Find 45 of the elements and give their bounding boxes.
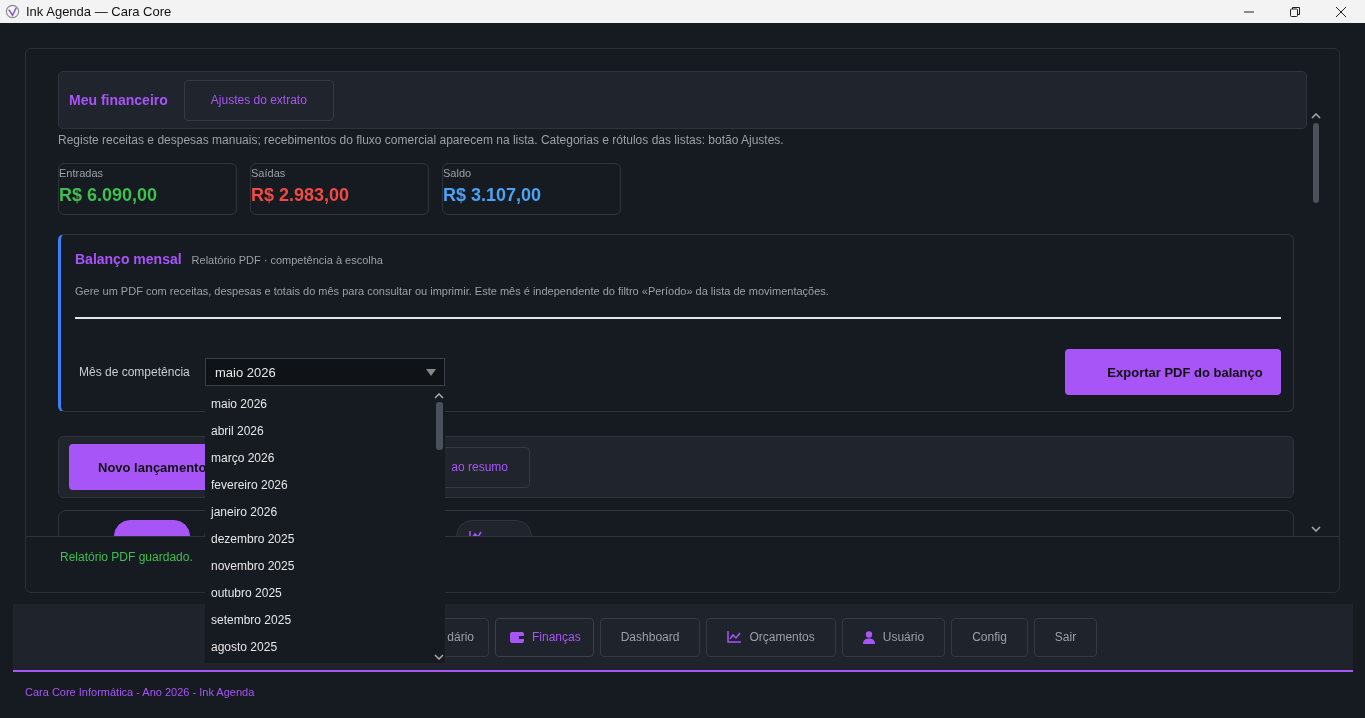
month-option[interactable]: maio 2026 xyxy=(205,391,433,418)
stat-value: R$ 3.107,00 xyxy=(443,185,543,206)
scroll-down-icon[interactable] xyxy=(434,654,444,660)
month-option[interactable]: novembro 2025 xyxy=(205,553,433,580)
scroll-up-icon[interactable] xyxy=(1311,113,1321,119)
close-icon[interactable] xyxy=(1335,5,1347,18)
nav-button[interactable]: Finanças xyxy=(495,617,594,657)
page-description: Registe receitas e despesas manuais; recebimentos do fluxo comercial aparecem na lista. Categorias e rótulos das listas: botão Ajustes. xyxy=(58,133,785,147)
month-option[interactable]: agosto 2025 xyxy=(205,634,433,661)
export-pdf-button[interactable]: Exportar PDF do balanço xyxy=(1065,349,1281,395)
nav-button[interactable]: Sair xyxy=(1033,617,1098,657)
statement-settings-button[interactable]: Ajustes do extrato xyxy=(183,79,334,121)
section-description: Gere um PDF com receitas, despesas e totais do mês para consultar ou imprimir. Este mês é independente do filtro «Período» da lista de movimentações. xyxy=(75,285,830,297)
stat-label: Entradas xyxy=(59,167,105,179)
month-option[interactable]: abril 2026 xyxy=(205,418,433,445)
stat-value: R$ 6.090,00 xyxy=(59,185,159,206)
nav-button[interactable]: Usuário xyxy=(841,617,946,657)
dropdown-arrow-icon xyxy=(426,368,436,376)
page-title: Meu financeiro xyxy=(69,92,168,108)
status-message: Relatório PDF guardado. xyxy=(60,550,193,564)
chart-icon xyxy=(727,631,742,643)
month-select[interactable]: maio 2026 xyxy=(205,358,445,386)
restore-icon[interactable] xyxy=(1289,5,1301,18)
nav-button[interactable]: Config xyxy=(951,617,1028,657)
nav-button[interactable]: Dashboard xyxy=(599,617,701,657)
month-option[interactable]: setembro 2025 xyxy=(205,607,433,634)
scroll-up-icon[interactable] xyxy=(434,393,444,399)
window-title: Ink Agenda — Cara Core xyxy=(26,4,172,19)
scrollbar-thumb[interactable] xyxy=(1313,123,1319,203)
stat-label: Saldo xyxy=(443,167,473,179)
month-option[interactable]: outubro 2025 xyxy=(205,580,433,607)
month-label: Mês de competência xyxy=(79,365,191,379)
wallet-icon xyxy=(510,631,524,643)
section-title: Balanço mensal xyxy=(75,251,182,267)
scroll-down-icon[interactable] xyxy=(1311,526,1321,532)
section-subtitle: Relatório PDF · competência à escolha xyxy=(191,254,383,266)
stat-value: R$ 2.983,00 xyxy=(251,185,351,206)
stat-label: Saídas xyxy=(251,167,287,179)
app-logo-icon xyxy=(5,4,20,19)
footer-text: Cara Core Informática - Ano 2026 - Ink Agenda xyxy=(25,686,255,698)
month-option[interactable]: dezembro 2025 xyxy=(205,526,433,553)
nav-button[interactable]: Orçamentos xyxy=(706,617,836,657)
person-icon xyxy=(862,630,875,644)
month-option[interactable]: janeiro 2026 xyxy=(205,499,433,526)
scrollbar-thumb[interactable] xyxy=(435,402,443,450)
